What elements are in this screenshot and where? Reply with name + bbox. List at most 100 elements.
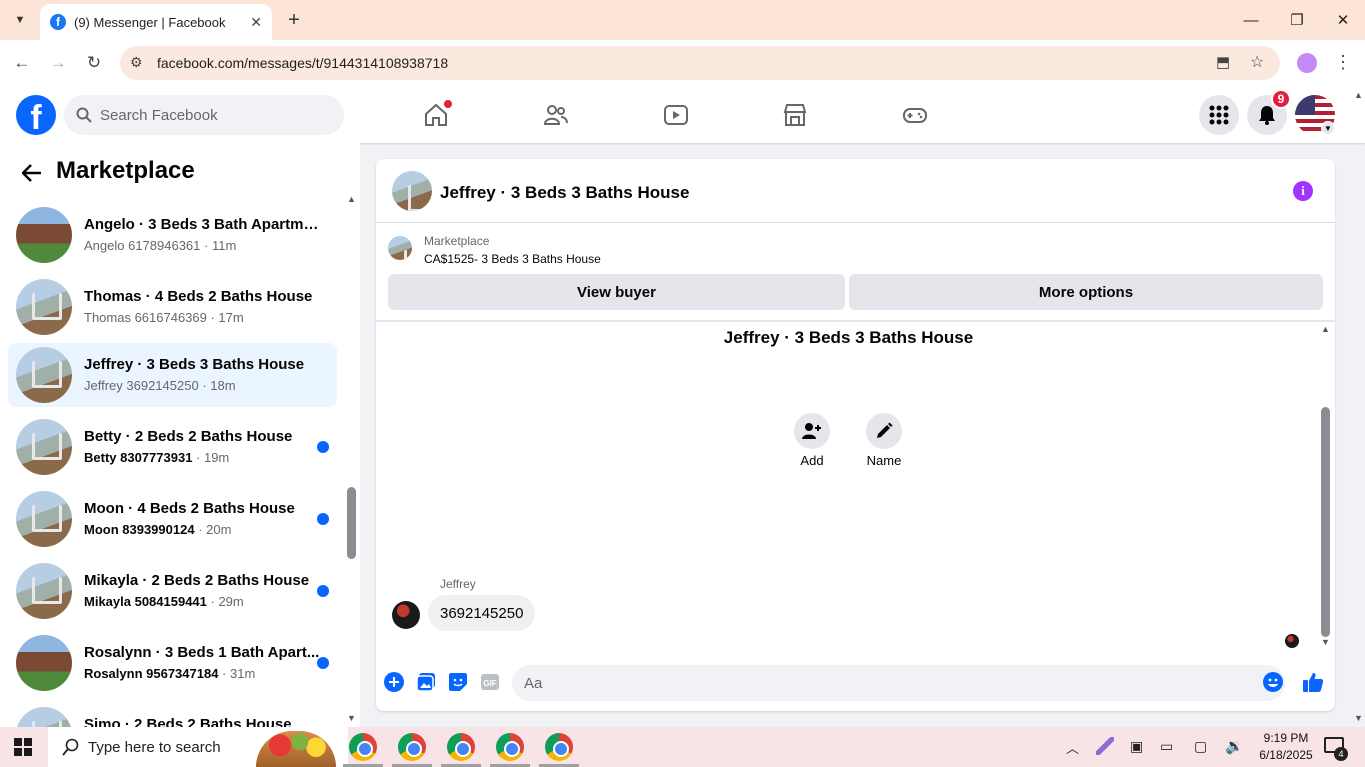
maximize-button[interactable]: ❐: [1274, 0, 1320, 40]
listing-price[interactable]: CA$1525- 3 Beds 3 Baths House: [424, 252, 601, 266]
gaming-nav-icon[interactable]: [900, 100, 930, 130]
preview-time: · 17m: [206, 310, 244, 325]
chrome-app-icon-5[interactable]: [545, 733, 573, 761]
conversation-thumbnail: [16, 635, 72, 691]
forward-button[interactable]: →: [43, 48, 73, 78]
chat-scroll-down[interactable]: ▼: [1321, 637, 1330, 647]
conversation-preview: Thomas 6616746369 · 17m: [84, 310, 244, 325]
chrome-app-icon-2[interactable]: [398, 733, 426, 761]
conversation-item[interactable]: Moon · 4 Beds 2 Baths House Moon 83939901…: [8, 487, 337, 551]
message-input[interactable]: [512, 665, 1285, 701]
minimize-button[interactable]: —: [1228, 0, 1274, 40]
facebook-favicon-icon: f: [50, 14, 66, 30]
chrome-menu-icon[interactable]: ⋮: [1334, 52, 1352, 73]
sidebar-scroll-down[interactable]: ▼: [347, 713, 356, 723]
conversation-name: Moon · 4 Beds 2 Baths House: [84, 500, 295, 517]
chat-header: Jeffrey · 3 Beds 3 Baths House i: [376, 159, 1335, 223]
action-center-badge: 4: [1334, 747, 1348, 761]
sender-avatar[interactable]: [392, 601, 420, 629]
bell-icon: [1259, 106, 1275, 125]
close-tab-icon[interactable]: ✕: [250, 14, 262, 31]
more-options-button[interactable]: More options: [849, 274, 1323, 310]
search-input[interactable]: [100, 106, 320, 124]
conversation-item[interactable]: Jeffrey · 3 Beds 3 Baths House Jeffrey 36…: [8, 343, 337, 407]
name-label: Name: [866, 453, 902, 468]
info-icon[interactable]: i: [1293, 181, 1313, 201]
watch-nav-icon[interactable]: [661, 100, 691, 130]
taskbar-search-text: Type here to search: [88, 738, 221, 756]
browser-tab[interactable]: f (9) Messenger | Facebook ✕: [40, 4, 272, 40]
add-person-icon: [802, 423, 821, 439]
edit-name-button[interactable]: [866, 413, 902, 449]
conversation-item[interactable]: Simo · 2 Beds 2 Baths House: [8, 703, 337, 727]
friends-nav-icon[interactable]: [541, 100, 571, 130]
conversation-sidebar: Marketplace Angelo · 3 Beds 3 Bath Apart…: [0, 143, 360, 727]
taskbar-search-icon: [62, 738, 79, 756]
preview-text: Mikayla 5084159441: [84, 594, 207, 609]
new-tab-button[interactable]: +: [282, 8, 306, 32]
page-scroll-up[interactable]: ▲: [1354, 90, 1363, 100]
chrome-app-icon-1[interactable]: [349, 733, 377, 761]
install-app-icon[interactable]: ⬒: [1216, 53, 1230, 71]
taskbar-clock[interactable]: 9:19 PM 6/18/2025: [1256, 730, 1316, 764]
pen-icon[interactable]: [1096, 737, 1114, 755]
back-arrow-icon[interactable]: [18, 159, 46, 187]
volume-icon[interactable]: 🔉: [1225, 737, 1244, 755]
conversation-item[interactable]: Mikayla · 2 Beds 2 Baths House Mikayla 50…: [8, 559, 337, 623]
windows-start-icon[interactable]: [14, 738, 32, 756]
conversation-item[interactable]: Betty · 2 Beds 2 Baths House Betty 830777…: [8, 415, 337, 479]
conversation-thumbnail: [16, 419, 72, 475]
listing-thumbnail[interactable]: [388, 236, 412, 260]
conversation-preview: Rosalynn 9567347184 · 31m: [84, 666, 255, 681]
browser-tab-strip: ▼ f (9) Messenger | Facebook ✕ + — ❐ ✕: [0, 0, 1365, 40]
tray-chevron-icon[interactable]: ︿: [1066, 738, 1079, 757]
network-icon[interactable]: ▢: [1194, 738, 1207, 755]
sidebar-scrollbar[interactable]: [347, 487, 356, 559]
message-bubble[interactable]: 3692145250: [428, 595, 536, 631]
like-thumb-icon[interactable]: [1301, 670, 1325, 694]
chrome-app-icon-4[interactable]: [496, 733, 524, 761]
conversation-item[interactable]: Angelo · 3 Beds 3 Bath Apartme... Angelo …: [8, 203, 337, 267]
preview-time: · 18m: [198, 378, 236, 393]
account-chevron-icon[interactable]: ▼: [1321, 121, 1335, 135]
chat-scroll-up[interactable]: ▲: [1321, 324, 1330, 334]
conversation-item[interactable]: Rosalynn · 3 Beds 1 Bath Apart... Rosalyn…: [8, 631, 337, 695]
chat-avatar[interactable]: [392, 171, 432, 211]
chat-scrollbar[interactable]: [1321, 407, 1330, 637]
plus-circle-icon[interactable]: [382, 670, 406, 694]
reload-button[interactable]: ↻: [79, 48, 109, 78]
chat-title[interactable]: Jeffrey · 3 Beds 3 Baths House: [440, 183, 689, 203]
menu-grid-button[interactable]: [1199, 95, 1239, 135]
conversation-thumbnail: [16, 563, 72, 619]
gif-icon[interactable]: GIF: [478, 670, 502, 694]
back-button[interactable]: ←: [7, 48, 37, 78]
conversation-name: Mikayla · 2 Beds 2 Baths House: [84, 572, 310, 589]
page-scroll-down[interactable]: ▼: [1354, 713, 1363, 723]
chrome-app-icon-3[interactable]: [447, 733, 475, 761]
conversation-preview: Angelo 6178946361 · 11m: [84, 238, 236, 253]
close-window-button[interactable]: ✕: [1320, 0, 1365, 40]
sidebar-title: Marketplace: [56, 157, 195, 184]
sender-name: Jeffrey: [440, 577, 476, 591]
seen-avatar: [1285, 634, 1299, 648]
battery-icon[interactable]: ▭: [1160, 738, 1173, 755]
add-people-button[interactable]: [794, 413, 830, 449]
facebook-search[interactable]: [64, 95, 344, 135]
photo-icon[interactable]: [414, 670, 438, 694]
view-buyer-button[interactable]: View buyer: [388, 274, 845, 310]
sidebar-scroll-up[interactable]: ▲: [347, 194, 356, 204]
marketplace-nav-icon[interactable]: [780, 100, 810, 130]
sticker-icon[interactable]: [446, 670, 470, 694]
conversation-item[interactable]: Thomas · 4 Beds 2 Baths House Thomas 6616…: [8, 275, 337, 339]
facebook-logo-icon[interactable]: f: [16, 95, 56, 135]
site-info-icon[interactable]: ⚙: [130, 54, 143, 71]
bookmark-star-icon[interactable]: ☆: [1250, 52, 1264, 72]
emoji-icon[interactable]: [1261, 670, 1285, 694]
profile-icon[interactable]: [1297, 53, 1317, 73]
meet-now-icon[interactable]: ▣: [1130, 738, 1143, 755]
chat-divider: [376, 320, 1335, 322]
address-bar[interactable]: ⚙ facebook.com/messages/t/91443141089387…: [120, 46, 1280, 80]
conversation-thumbnail: [16, 491, 72, 547]
preview-time: · 19m: [192, 450, 230, 465]
tab-search-button[interactable]: ▼: [8, 8, 32, 32]
